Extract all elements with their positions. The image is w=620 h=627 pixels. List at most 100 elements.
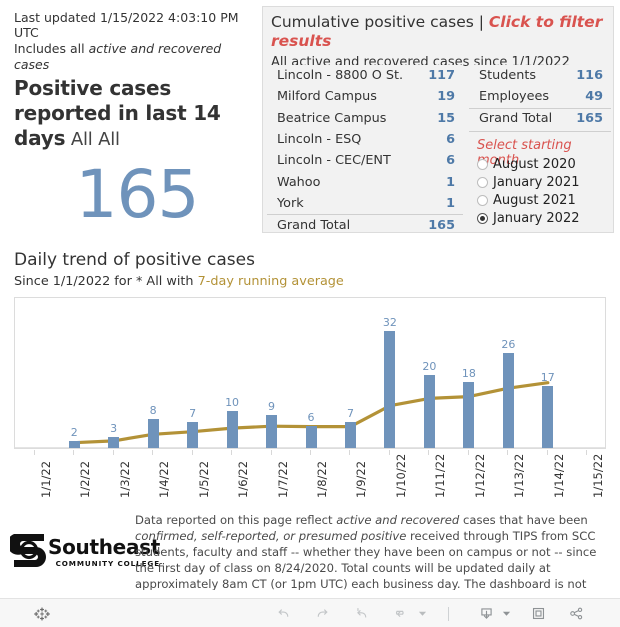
row-value: 116 xyxy=(576,68,603,84)
tableau-logo-icon[interactable] xyxy=(31,603,53,624)
share-button[interactable] xyxy=(565,603,587,624)
kpi-title-sub: All All xyxy=(65,129,120,150)
daily-trend-chart[interactable]: 2 3 8 7 10 9 6 7 32 20 18 26 17 xyxy=(14,297,606,449)
bar[interactable] xyxy=(305,426,317,448)
radio-option-august-2021[interactable]: August 2021 xyxy=(477,191,580,209)
viz-toolbar xyxy=(0,598,620,627)
row-label: Beatrice Campus xyxy=(277,110,387,126)
fullscreen-button[interactable] xyxy=(527,603,549,624)
refresh-icon xyxy=(395,610,404,617)
x-axis-tick-label: 1/2/22 xyxy=(78,460,93,498)
footnote-emphasis: confirmed, self-reported, or presumed po… xyxy=(135,529,407,543)
x-axis-tick xyxy=(152,450,154,455)
x-axis-tick xyxy=(231,450,233,455)
chart-title: Daily trend of positive cases xyxy=(14,250,255,270)
x-axis-tick xyxy=(507,450,509,455)
x-axis-tick-label: 1/10/22 xyxy=(393,453,408,498)
row-value: 165 xyxy=(428,217,455,233)
table-row[interactable]: Lincoln - CEC/ENT 6 xyxy=(267,150,463,171)
table-row[interactable]: Beatrice Campus 15 xyxy=(267,108,463,129)
x-axis-tick-label: 1/1/22 xyxy=(38,460,53,498)
bar[interactable] xyxy=(423,374,435,448)
bar[interactable] xyxy=(226,411,238,448)
includes-prefix: Includes all xyxy=(14,41,89,56)
x-axis-tick-label: 1/8/22 xyxy=(315,460,329,498)
row-value: 1 xyxy=(446,174,455,190)
dashboard-root: Last updated 1/15/2022 4:03:10 PM UTC In… xyxy=(0,0,620,627)
table-bottom-divider xyxy=(469,130,611,132)
bar-value-label: 8 xyxy=(149,403,157,417)
redo-button[interactable] xyxy=(311,603,333,624)
refresh-button[interactable] xyxy=(389,603,411,624)
bar[interactable] xyxy=(384,330,396,448)
footnote-segment: cases that have been xyxy=(459,513,588,527)
row-value: 15 xyxy=(437,110,455,126)
bar-value-label: 7 xyxy=(189,407,197,421)
radio-label: January 2022 xyxy=(493,210,580,226)
table-row[interactable]: Students 116 xyxy=(469,65,611,86)
table-row[interactable]: Milford Campus 19 xyxy=(267,86,463,107)
table-row[interactable]: Lincoln - ESQ 6 xyxy=(267,129,463,150)
chart-subtitle-prefix: Since 1/1/2022 for * All with xyxy=(14,274,198,289)
bar[interactable] xyxy=(463,382,475,448)
row-value: 117 xyxy=(428,68,455,84)
download-button[interactable] xyxy=(475,603,497,624)
table-row[interactable]: York 1 xyxy=(267,193,463,214)
x-axis-tick-label: 1/13/22 xyxy=(512,453,527,498)
footnote-text: Data reported on this page reflect activ… xyxy=(135,512,610,590)
x-axis-tick-label: 1/15/22 xyxy=(591,453,606,498)
x-axis-tick xyxy=(73,450,75,455)
x-axis-tick-label: 1/12/22 xyxy=(472,453,487,498)
bar[interactable] xyxy=(187,422,199,448)
pause-dropdown-button[interactable] xyxy=(414,603,430,624)
radio-option-august-2020[interactable]: August 2020 xyxy=(477,155,580,173)
radio-icon[interactable] xyxy=(477,194,488,206)
x-axis-tick xyxy=(270,450,272,455)
locations-grand-total-row: Grand Total 165 xyxy=(267,214,463,233)
radio-icon-selected[interactable] xyxy=(477,212,488,224)
x-axis-tick-label: 1/6/22 xyxy=(236,460,251,498)
row-label: Wahoo xyxy=(277,174,321,190)
table-row[interactable]: Lincoln - 8800 O St. 117 xyxy=(267,65,463,86)
x-axis-tick xyxy=(191,450,193,455)
southeast-community-college-logo: Southeast COMMUNITY COLLEGE xyxy=(7,530,160,574)
revert-button[interactable] xyxy=(350,603,372,624)
chart-header: Daily trend of positive cases Since 1/1/… xyxy=(14,250,344,290)
chevron-down-icon xyxy=(418,611,426,616)
x-axis-tick xyxy=(428,450,430,455)
cumulative-title-main: Cumulative positive cases | xyxy=(271,13,489,31)
table-row[interactable]: Wahoo 1 xyxy=(267,171,463,192)
row-label: Students xyxy=(479,68,537,84)
row-label: Lincoln - 8800 O St. xyxy=(277,68,404,84)
bar-value-label: 17 xyxy=(540,370,555,384)
x-axis-tick xyxy=(310,450,311,455)
row-label: York xyxy=(277,195,304,211)
radio-icon[interactable] xyxy=(477,176,488,188)
bar[interactable] xyxy=(502,352,514,448)
undo-button[interactable] xyxy=(272,603,294,624)
revert-icon xyxy=(356,607,366,618)
radio-option-january-2022[interactable]: January 2022 xyxy=(477,209,580,227)
bar[interactable] xyxy=(147,418,159,448)
row-label: Milford Campus xyxy=(277,89,377,105)
bar[interactable] xyxy=(108,437,120,448)
bar[interactable] xyxy=(68,440,80,448)
groups-grand-total-row: Grand Total 165 xyxy=(469,107,611,129)
groups-table: Students 116 Employees 49 Grand Total 165 xyxy=(469,65,611,132)
redo-icon xyxy=(317,609,328,617)
bar[interactable] xyxy=(344,422,356,448)
download-dropdown-button[interactable] xyxy=(498,603,514,624)
radio-icon[interactable] xyxy=(477,158,488,170)
radio-option-january-2021[interactable]: January 2021 xyxy=(477,173,580,191)
cumulative-panel-title: Cumulative positive cases | Click to fil… xyxy=(271,13,611,51)
bar-value-label: 18 xyxy=(461,367,476,381)
x-axis-tick-label: 1/11/22 xyxy=(433,453,448,498)
x-axis-tick xyxy=(112,450,114,455)
fullscreen-icon xyxy=(532,607,544,620)
bar[interactable] xyxy=(266,415,278,448)
bar[interactable] xyxy=(542,385,554,448)
x-axis-tick-label: 1/7/22 xyxy=(275,460,290,498)
chart-subtitle: Since 1/1/2022 for * All with 7-day runn… xyxy=(14,273,344,290)
table-row[interactable]: Employees 49 xyxy=(469,86,611,107)
locations-table: Lincoln - 8800 O St. 117 Milford Campus 19… xyxy=(267,65,463,233)
